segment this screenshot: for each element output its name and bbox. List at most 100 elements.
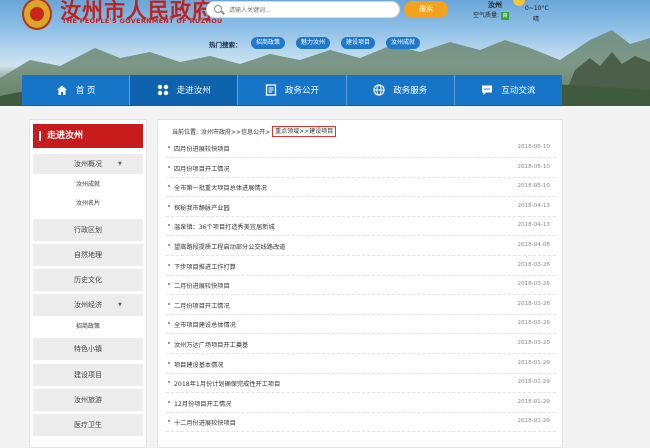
nav-about-label: 走进汝州: [176, 86, 211, 96]
breadcrumb-key-areas[interactable]: 重点领域: [275, 127, 299, 136]
news-title[interactable]: 十二月份进展较快项目: [174, 418, 236, 427]
breadcrumb-path[interactable]: 汝州市政府>>信息公开>: [201, 127, 270, 136]
news-item[interactable]: 全市第一批重大项目总体进展情况 2018-05-10: [166, 177, 556, 198]
air-quality: 空气质量: 良: [473, 10, 510, 20]
news-item[interactable]: 下步项目推进工作打算 2018-03-26: [166, 256, 556, 276]
sidebar-item-label: 汝州概况: [74, 160, 102, 168]
news-title[interactable]: 汝州万达广场项目开工奠基: [174, 340, 248, 349]
hot-tag-charm-ruzhou[interactable]: 魅力汝州: [296, 37, 331, 49]
sidebar-item-projects[interactable]: 建设项目: [33, 364, 143, 386]
news-title[interactable]: 望嵩路段提质工程启动部分公交线路改道: [174, 242, 285, 251]
news-title[interactable]: 温泉镇：36个项目打造秀美宜居新城: [174, 222, 275, 231]
sidebar-item-label: 汝州经济: [74, 301, 102, 309]
nav-about-ruzhou[interactable]: 走进汝州: [130, 75, 239, 105]
news-item[interactable]: 全市项目建设总体情况 2018-03-26: [166, 314, 556, 335]
news-item[interactable]: 项目建设基本情况 2018-01-29: [166, 354, 556, 374]
news-item[interactable]: 汝州万达广场项目开工奠基 2018-03-20: [166, 334, 556, 354]
search-box[interactable]: [206, 1, 400, 18]
news-date: 2018-01-29: [517, 398, 550, 405]
bullet-icon: [168, 283, 170, 286]
nav-home[interactable]: 首 页: [22, 75, 131, 105]
search-button[interactable]: 搜索: [404, 1, 448, 18]
nav-interaction-label: 互动交流: [501, 86, 536, 96]
bullet-icon: [168, 322, 170, 325]
bullet-icon: [168, 302, 170, 305]
news-title[interactable]: 全市第一批重大项目总体进展情况: [174, 183, 267, 192]
news-item[interactable]: 望嵩路段提质工程启动部分公交线路改道 2018-04-08: [166, 236, 556, 256]
news-item[interactable]: 二月份项目开工情况 2018-03-26: [166, 295, 556, 315]
news-date: 2018-03-20: [517, 340, 550, 346]
sidebar-subitem-achievements[interactable]: 汝州成就: [33, 178, 143, 192]
news-date: 2018-03-26: [517, 320, 550, 327]
weather-condition: 晴: [533, 16, 540, 23]
news-date: 2018-05-10: [517, 183, 550, 190]
breadcrumb-separator: >>: [299, 127, 310, 135]
news-title[interactable]: 探秘我市静脉产业园: [174, 203, 230, 212]
page: 汝州市人民政府 THE PEOPLE'S GOVERNMENT OF RUZHO…: [0, 0, 650, 448]
news-item[interactable]: 探秘我市静脉产业园 2018-04-13: [166, 197, 556, 217]
news-title[interactable]: 四月份进展较快项目: [174, 144, 230, 153]
sidebar-subitem-namecard[interactable]: 汝州名片: [33, 197, 143, 211]
sidebar-subitem-invest-policy[interactable]: 招商政策: [33, 320, 143, 334]
news-item[interactable]: 二月份进展较快项目 2018-03-26: [166, 275, 556, 296]
search-input[interactable]: [229, 4, 389, 16]
hot-tag-construction[interactable]: 建设项目: [341, 37, 376, 49]
news-item[interactable]: 十二月份进展较快项目 2018-01-29: [166, 412, 556, 433]
sidebar-item-tourism[interactable]: 汝州旅游: [33, 389, 143, 411]
nav-interaction[interactable]: 互动交流: [455, 75, 562, 105]
news-date: 2018-03-26: [517, 281, 550, 288]
news-title[interactable]: 二月份项目开工情况: [174, 301, 230, 310]
bullet-icon: [168, 381, 170, 384]
bullet-icon: [168, 185, 170, 188]
news-title[interactable]: 二月份进展较快项目: [174, 281, 230, 290]
news-date: 2018-03-26: [517, 300, 550, 307]
bullet-icon: [168, 342, 170, 344]
content-area: 走进汝州 汝州概况 ▼ 汝州成就 汝州名片 行政区划 自然地理 历史文化 汝州经…: [0, 106, 650, 448]
bullet-icon: [168, 400, 170, 403]
news-item[interactable]: 2018年1月份计划确保完成性开工项目 2018-01-29: [166, 373, 556, 394]
document-icon: [265, 84, 277, 96]
breadcrumb-projects[interactable]: 建设项目: [309, 127, 333, 136]
bullet-icon: [168, 224, 170, 227]
news-date: 2018-04-13: [517, 222, 550, 229]
sidebar-item-history[interactable]: 历史文化: [33, 269, 143, 291]
bullet-icon: [168, 146, 170, 148]
nav-gov-services[interactable]: 政务服务: [347, 75, 455, 105]
sidebar-item-admin-division[interactable]: 行政区划: [33, 219, 143, 241]
sidebar: 走进汝州 汝州概况 ▼ 汝州成就 汝州名片 行政区划 自然地理 历史文化 汝州经…: [29, 119, 147, 448]
globe-icon: [373, 84, 385, 96]
news-date: 2018-01-29: [517, 359, 550, 366]
sidebar-item-geography[interactable]: 自然地理: [33, 244, 143, 266]
news-title[interactable]: 全市项目建设总体情况: [174, 320, 236, 329]
sidebar-item-overview[interactable]: 汝州概况 ▼: [33, 154, 143, 174]
bullet-icon: [168, 361, 170, 364]
bullet-icon: [168, 263, 170, 266]
news-item[interactable]: 四月份进展较快项目 2018-05-10: [166, 138, 556, 158]
news-date: 2018-05-10: [517, 144, 550, 150]
bullet-icon: [168, 244, 170, 246]
news-title[interactable]: 下步项目推进工作打算: [174, 262, 236, 271]
hot-tag-invest-policy[interactable]: 招商政策: [251, 37, 286, 49]
news-item[interactable]: 温泉镇：36个项目打造秀美宜居新城 2018-04-13: [166, 216, 556, 237]
main-nav: 首 页 走进汝州 政务公开 政务服务 互动交流: [22, 75, 562, 105]
bullet-icon: [168, 165, 170, 168]
news-item[interactable]: 12月份项目开工情况 2018-01-29: [166, 393, 556, 413]
air-quality-badge: 良: [501, 12, 510, 20]
news-title[interactable]: 12月份项目开工情况: [174, 399, 231, 408]
nav-gov-affairs[interactable]: 政务公开: [238, 75, 347, 105]
news-date: 2018-01-29: [517, 418, 550, 425]
home-icon: [56, 85, 67, 95]
weather-city: 汝州: [488, 1, 502, 9]
caret-down-icon: ▼: [118, 161, 122, 167]
air-quality-label: 空气质量:: [473, 12, 500, 19]
hot-tag-achievements[interactable]: 汝州成就: [386, 37, 421, 49]
news-title[interactable]: 四月份项目开工情况: [174, 164, 230, 173]
news-date: 2018-04-13: [517, 202, 550, 209]
sidebar-item-towns[interactable]: 特色小镇: [33, 338, 143, 360]
header-banner: 汝州市人民政府 THE PEOPLE'S GOVERNMENT OF RUZHO…: [0, 0, 650, 106]
news-title[interactable]: 项目建设基本情况: [174, 360, 224, 369]
sidebar-item-health[interactable]: 医疗卫生: [33, 414, 143, 436]
news-item[interactable]: 四月份项目开工情况 2018-05-10: [166, 158, 556, 178]
news-title[interactable]: 2018年1月份计划确保完成性开工项目: [174, 379, 280, 388]
sidebar-item-economy[interactable]: 汝州经济 ▼: [33, 294, 143, 316]
